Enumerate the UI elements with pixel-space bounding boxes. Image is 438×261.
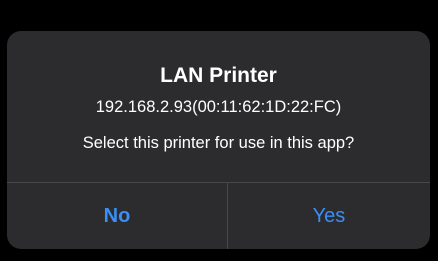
dialog-content: LAN Printer 192.168.2.93(00:11:62:1D:22:… (7, 31, 430, 181)
dialog-title: LAN Printer (160, 64, 277, 87)
dialog-message: Select this printer for use in this app? (82, 134, 355, 152)
no-button[interactable]: No (7, 183, 227, 249)
printer-address: 192.168.2.93(00:11:62:1D:22:FC) (95, 98, 342, 116)
yes-button[interactable]: Yes (228, 183, 430, 249)
printer-alert-dialog: LAN Printer 192.168.2.93(00:11:62:1D:22:… (7, 31, 430, 249)
